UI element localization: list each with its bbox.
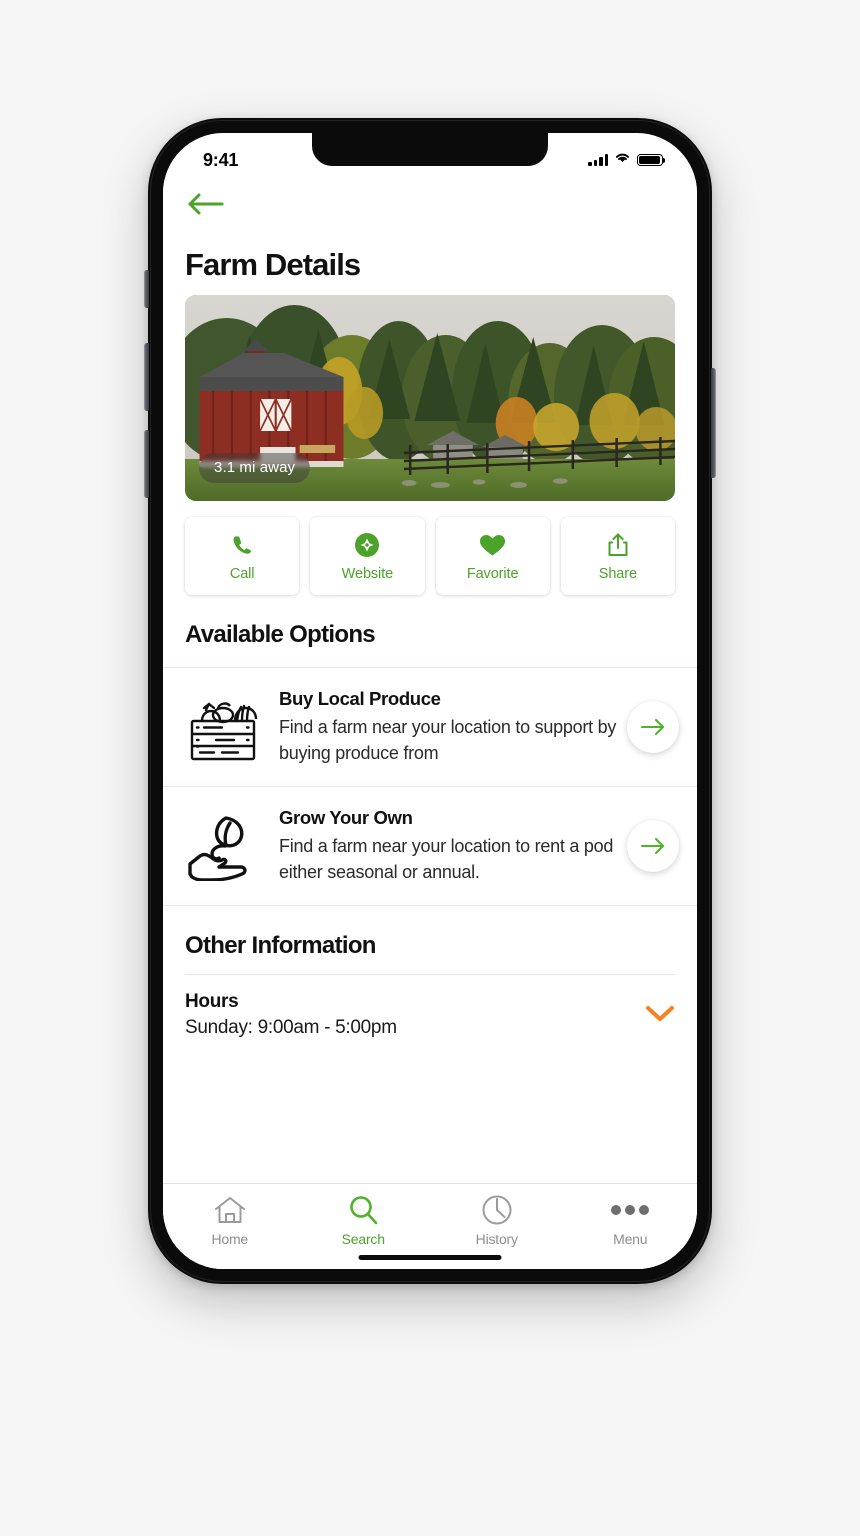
tab-home[interactable]: Home bbox=[163, 1194, 297, 1247]
phone-icon bbox=[230, 531, 254, 559]
hours-value: Sunday: 9:00am - 5:00pm bbox=[185, 1017, 397, 1039]
volume-up-button[interactable] bbox=[144, 343, 149, 411]
status-bar-icons bbox=[588, 151, 666, 169]
distance-badge: 3.1 mi away bbox=[199, 453, 311, 483]
action-button-row: Call Website Favorite Share bbox=[163, 501, 697, 595]
website-button-label: Website bbox=[341, 565, 394, 582]
call-button[interactable]: Call bbox=[185, 517, 300, 595]
volume-down-button[interactable] bbox=[144, 430, 149, 498]
phone-screen: 9:41 Farm Details 3.1 mi away Call Websi… bbox=[163, 133, 697, 1269]
tab-history-label: History bbox=[475, 1231, 518, 1247]
ellipsis-icon bbox=[610, 1194, 650, 1226]
share-button-label: Share bbox=[598, 565, 637, 582]
cellular-signal-icon bbox=[588, 154, 608, 166]
heart-icon bbox=[479, 531, 506, 559]
battery-full-icon bbox=[637, 153, 666, 167]
power-button[interactable] bbox=[711, 368, 716, 478]
app-content: Farm Details 3.1 mi away Call Website Fa… bbox=[163, 179, 697, 1269]
favorite-button-label: Favorite bbox=[466, 565, 519, 582]
produce-crate-icon bbox=[177, 690, 269, 764]
website-button[interactable]: Website bbox=[310, 517, 425, 595]
search-icon bbox=[347, 1194, 379, 1226]
hero-section: 3.1 mi away bbox=[163, 295, 697, 501]
hours-accordion-row[interactable]: Hours Sunday: 9:00am - 5:00pm bbox=[163, 975, 697, 1039]
clock-icon bbox=[481, 1194, 513, 1226]
farm-photo: 3.1 mi away bbox=[185, 295, 675, 501]
tab-history[interactable]: History bbox=[430, 1194, 564, 1247]
hours-body: Hours Sunday: 9:00am - 5:00pm bbox=[185, 991, 633, 1039]
scroll-container[interactable]: Farm Details 3.1 mi away Call Website Fa… bbox=[163, 179, 697, 1183]
nav-bar bbox=[163, 179, 697, 223]
wifi-icon bbox=[614, 151, 631, 169]
option-row-grow-your-own[interactable]: Grow Your Own Find a farm near your loca… bbox=[163, 787, 697, 906]
call-button-label: Call bbox=[229, 565, 255, 582]
arrow-right-icon[interactable] bbox=[627, 820, 679, 873]
screenshot-canvas: 9:41 Farm Details 3.1 mi away Call Websi… bbox=[0, 0, 860, 1536]
option-body: Buy Local Produce Find a farm near your … bbox=[279, 688, 617, 766]
phone-device-frame: 9:41 Farm Details 3.1 mi away Call Websi… bbox=[144, 118, 716, 1284]
page-title: Farm Details bbox=[185, 247, 361, 282]
tab-home-label: Home bbox=[211, 1231, 249, 1247]
share-icon bbox=[606, 531, 630, 559]
mute-switch-button[interactable] bbox=[144, 270, 149, 308]
available-options-heading: Available Options bbox=[185, 621, 376, 648]
status-bar-clock: 9:41 bbox=[203, 149, 239, 170]
chevron-down-icon[interactable] bbox=[645, 991, 675, 1028]
option-title: Grow Your Own bbox=[279, 807, 413, 829]
tab-search-label: Search bbox=[341, 1231, 385, 1247]
device-notch bbox=[312, 133, 548, 166]
favorite-button[interactable]: Favorite bbox=[435, 517, 550, 595]
hours-label: Hours bbox=[185, 991, 239, 1013]
option-row-buy-local-produce[interactable]: Buy Local Produce Find a farm near your … bbox=[163, 668, 697, 787]
hand-sprout-icon bbox=[177, 811, 269, 882]
tab-menu-label: Menu bbox=[613, 1231, 648, 1247]
tab-menu[interactable]: Menu bbox=[564, 1194, 698, 1247]
home-icon bbox=[214, 1194, 246, 1226]
home-indicator[interactable] bbox=[358, 1255, 502, 1260]
option-title: Buy Local Produce bbox=[279, 688, 441, 709]
option-body: Grow Your Own Find a farm near your loca… bbox=[279, 807, 617, 885]
compass-icon bbox=[354, 531, 380, 559]
other-information-heading: Other Information bbox=[185, 932, 376, 960]
arrow-left-icon[interactable] bbox=[185, 190, 675, 223]
tab-search[interactable]: Search bbox=[297, 1194, 431, 1247]
option-description: Find a farm near your location to rent a… bbox=[279, 836, 614, 882]
arrow-right-icon[interactable] bbox=[627, 701, 679, 754]
share-button[interactable]: Share bbox=[560, 517, 675, 595]
option-description: Find a farm near your location to suppor… bbox=[279, 717, 617, 763]
